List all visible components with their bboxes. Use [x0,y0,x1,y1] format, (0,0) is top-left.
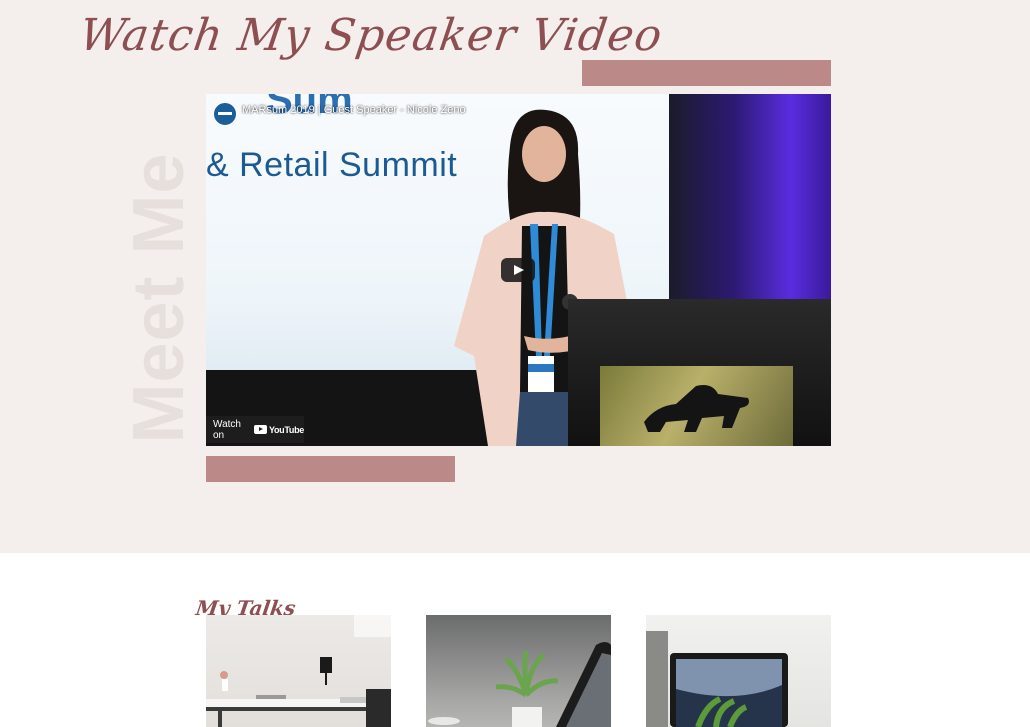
laptop-earth-image [646,631,788,727]
accent-bar-bottom [206,456,455,482]
youtube-video-embed[interactable]: Sum & Retail Summit MARsum 2019 | Guest … [206,94,831,446]
watch-on-label: Watch on [213,418,241,441]
talk-card-3[interactable] [646,615,831,727]
desk-workspace-image [206,615,391,727]
speaker-video-section: Watch My Speaker Video Meet Me Sum & Ret… [0,0,1030,553]
talk-card-1[interactable] [206,615,391,727]
screen-heading: & Retail Summit [206,146,458,184]
accent-bar-top [582,60,831,86]
channel-avatar[interactable] [213,102,237,126]
youtube-icon [253,425,267,434]
video-title[interactable]: MARsum 2019 | Guest Speaker - Nicole Zen… [242,104,466,116]
youtube-logo: YouTube [253,424,304,435]
watch-on-youtube-button[interactable]: Watch on YouTube [206,416,304,443]
play-icon[interactable] [501,258,535,282]
talk-card-2[interactable] [426,615,611,727]
meet-me-vertical-label: Meet Me [119,148,199,448]
plant-laptop-image [428,642,611,727]
youtube-wordmark: YouTube [268,424,304,435]
meet-me-text: Meet Me [119,152,199,444]
stage-curtain [669,94,831,304]
lion-emblem [644,385,749,432]
section-title: Watch My Speaker Video [76,10,666,61]
